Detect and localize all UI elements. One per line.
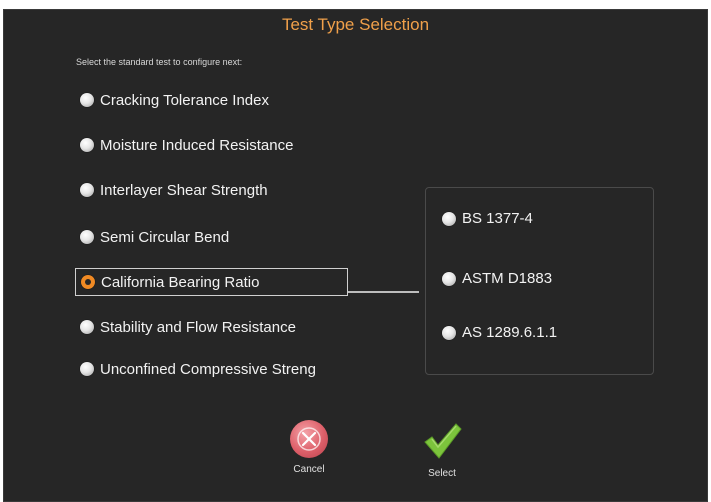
option-unconfined-compressive-strength[interactable]: Unconfined Compressive Streng: [75, 356, 316, 382]
standard-option-as-1289-6-1-1[interactable]: AS 1289.6.1.1: [442, 324, 557, 341]
option-label: Semi Circular Bend: [100, 228, 230, 246]
option-california-bearing-ratio[interactable]: California Bearing Ratio: [75, 268, 348, 296]
radio-icon[interactable]: [80, 362, 94, 376]
radio-icon[interactable]: [80, 138, 94, 152]
dialog-subtitle: Select the standard test to configure ne…: [76, 57, 243, 67]
option-label: Unconfined Compressive Streng: [100, 360, 316, 378]
option-label: Moisture Induced Resistance: [100, 136, 294, 154]
standard-option-astm-d1883[interactable]: ASTM D1883: [442, 270, 552, 287]
standard-label: AS 1289.6.1.1: [462, 324, 558, 341]
option-cracking-tolerance-index[interactable]: Cracking Tolerance Index: [75, 87, 269, 113]
select-label: Select: [428, 468, 456, 479]
cancel-button[interactable]: Cancel: [274, 420, 344, 475]
checkmark-icon[interactable]: [421, 420, 463, 462]
cancel-icon[interactable]: [290, 420, 328, 458]
radio-icon[interactable]: [80, 320, 94, 334]
radio-icon[interactable]: [442, 325, 456, 340]
option-semi-circular-bend[interactable]: Semi Circular Bend: [75, 224, 229, 250]
dialog-title: Test Type Selection: [281, 15, 430, 34]
select-button[interactable]: Select: [407, 420, 477, 479]
radio-icon[interactable]: [80, 183, 94, 197]
standard-label: BS 1377-4: [462, 210, 533, 227]
option-label: California Bearing Ratio: [101, 273, 260, 291]
standard-option-bs-1377-4[interactable]: BS 1377-4: [442, 210, 533, 227]
radio-icon[interactable]: [80, 93, 94, 107]
radio-icon[interactable]: [80, 230, 94, 244]
test-type-dialog: Test Type Selection Select the standard …: [3, 9, 708, 502]
connector-line: [348, 291, 419, 293]
option-moisture-induced-resistance[interactable]: Moisture Induced Resistance: [75, 132, 293, 158]
option-stability-and-flow-resistance[interactable]: Stability and Flow Resistance: [75, 314, 296, 340]
option-interlayer-shear-strength[interactable]: Interlayer Shear Strength: [75, 177, 268, 203]
radio-icon[interactable]: [442, 271, 456, 286]
standard-subpanel: BS 1377-4 ASTM D1883 AS 1289.6.1.1: [425, 187, 654, 375]
option-label: Cracking Tolerance Index: [100, 91, 269, 109]
cancel-label: Cancel: [293, 464, 325, 475]
option-label: Stability and Flow Resistance: [100, 318, 296, 336]
option-label: Interlayer Shear Strength: [100, 181, 268, 199]
radio-icon[interactable]: [442, 211, 456, 226]
radio-selected-icon[interactable]: [81, 275, 95, 289]
standard-label: ASTM D1883: [462, 270, 553, 287]
